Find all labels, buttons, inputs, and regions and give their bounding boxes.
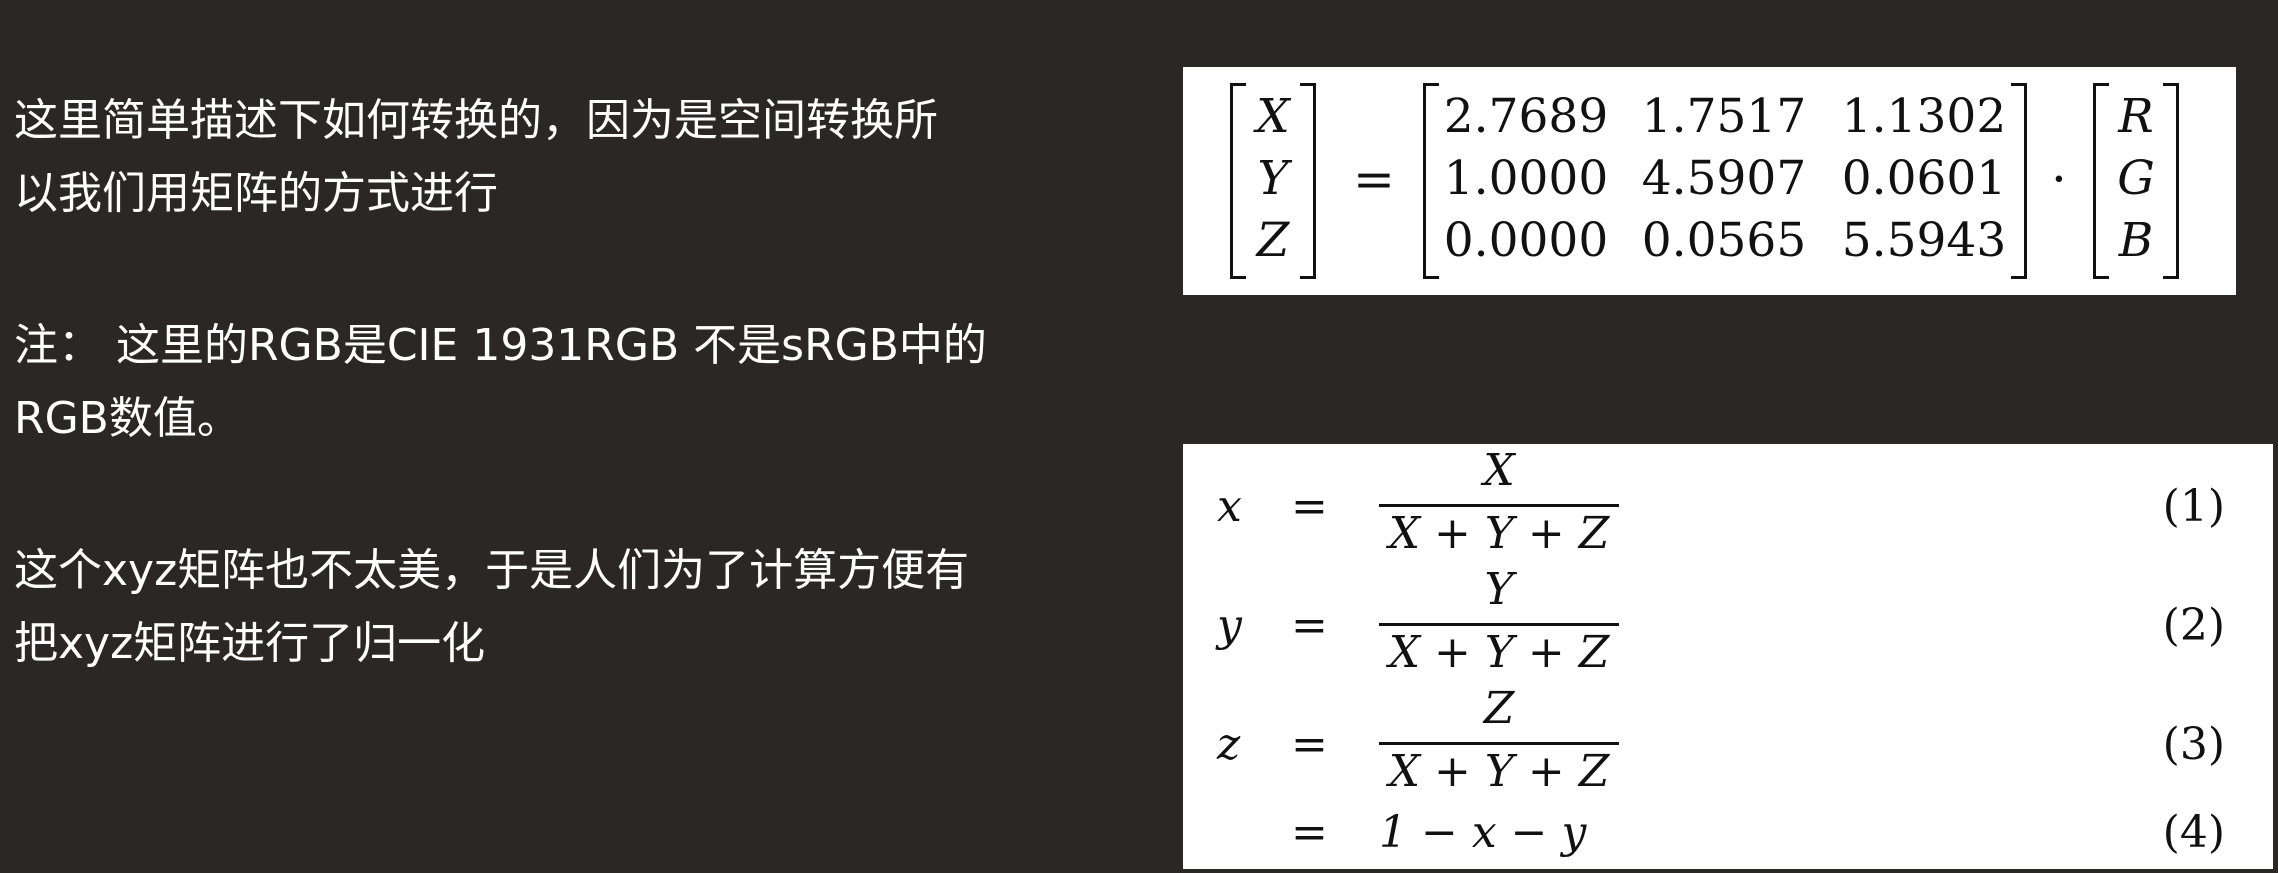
note-line: 这里简单描述下如何转换的，因为是空间转换所 xyxy=(14,95,938,146)
formula-equals: = xyxy=(1291,600,1328,651)
dot-operator: · xyxy=(2051,150,2067,208)
formula-denominator: X + Y + Z xyxy=(1388,746,1610,797)
note-paragraph-conversion: 这里简单描述下如何转换的，因为是空间转换所 以我们用矩阵的方式进行 xyxy=(14,84,1054,230)
vector-entry: R xyxy=(2118,89,2154,144)
note-line: 以我们用矩阵的方式进行 xyxy=(14,168,498,219)
matrix-equation-image: X Y Z = 2.7689 1.0000 0.0000 1.7517 4.59… xyxy=(1183,67,2236,295)
note-paragraph-rgb-remark: 注： 这里的RGB是CIE 1931RGB 不是sRGB中的 RGB数值。 xyxy=(14,309,1054,455)
formula-equals: = xyxy=(1291,481,1328,532)
formula-expression: 1 − x − y xyxy=(1379,807,1587,858)
equation-number: (3) xyxy=(2162,719,2225,770)
formula-lhs: y xyxy=(1217,600,1242,651)
formula-equals: = xyxy=(1291,719,1328,770)
matrix-cell: 0.0000 xyxy=(1443,213,1609,268)
formula-lhs: x xyxy=(1217,481,1242,532)
formula-numerator: Y xyxy=(1484,564,1514,615)
formula-lhs: z xyxy=(1217,719,1241,770)
vector-entry: Y xyxy=(1257,151,1289,206)
formula-denominator: X + Y + Z xyxy=(1388,627,1610,678)
conversion-matrix: 2.7689 1.0000 0.0000 1.7517 4.5907 0.056… xyxy=(1423,83,2027,279)
formula-denominator: X + Y + Z xyxy=(1388,508,1610,559)
note-line: 注： 这里的RGB是CIE 1931RGB 不是sRGB中的 xyxy=(14,320,987,371)
formula-numerator: X xyxy=(1483,445,1515,496)
vector-entry: G xyxy=(2117,151,2155,206)
chromaticity-formulas-image: x = X X + Y + Z (1) y = Y X + Y + Z (2) … xyxy=(1183,444,2273,869)
note-line: 这个xyz矩阵也不太美，于是人们为了计算方便有 xyxy=(14,545,970,596)
matrix-cell: 0.0601 xyxy=(1841,151,2007,206)
equals-sign: = xyxy=(1353,150,1395,208)
note-line: 把xyz矩阵进行了归一化 xyxy=(14,618,486,669)
matrix-cell: 4.5907 xyxy=(1641,151,1807,206)
note-line: RGB数值。 xyxy=(14,393,241,444)
equation-number: (1) xyxy=(2162,481,2225,532)
matrix-cell: 1.0000 xyxy=(1443,151,1609,206)
vector-entry: Z xyxy=(1256,213,1290,268)
matrix-cell: 1.7517 xyxy=(1641,89,1807,144)
xyz-vector: X Y Z xyxy=(1230,83,1316,279)
vector-entry: B xyxy=(2118,213,2154,268)
formula-equals: = xyxy=(1291,807,1328,858)
vector-entry: X xyxy=(1256,89,1290,144)
matrix-cell: 0.0565 xyxy=(1641,213,1807,268)
rgb-vector: R G B xyxy=(2093,83,2179,279)
formula-numerator: Z xyxy=(1483,683,1515,734)
equation-number: (2) xyxy=(2162,600,2225,651)
equation-number: (4) xyxy=(2162,807,2225,858)
matrix-cell: 2.7689 xyxy=(1443,89,1609,144)
note-paragraph-normalization: 这个xyz矩阵也不太美，于是人们为了计算方便有 把xyz矩阵进行了归一化 xyxy=(14,534,1054,680)
matrix-cell: 1.1302 xyxy=(1841,89,2007,144)
matrix-cell: 5.5943 xyxy=(1841,213,2007,268)
